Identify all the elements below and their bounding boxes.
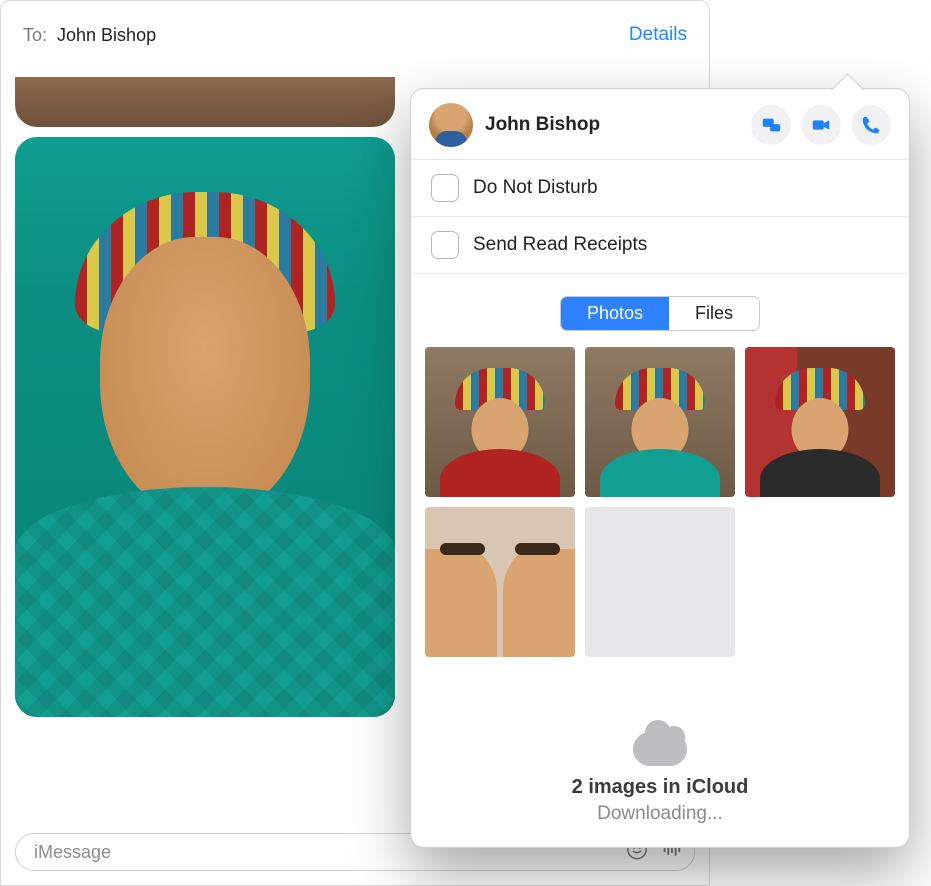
contact-header: John Bishop: [411, 89, 909, 159]
photo-thumbnail[interactable]: [585, 347, 735, 497]
attachments-segment: Photos Files: [411, 274, 909, 347]
tab-photos[interactable]: Photos: [561, 297, 669, 330]
audio-call-button[interactable]: [851, 105, 891, 145]
recipient-name: John Bishop: [57, 25, 156, 46]
photo-grid: [411, 347, 909, 657]
contact-name: John Bishop: [485, 114, 739, 136]
screen-share-button[interactable]: [751, 105, 791, 145]
dnd-checkbox[interactable]: [431, 174, 459, 202]
photo-thumbnail[interactable]: [745, 347, 895, 497]
details-popover: John Bishop Do Not Disturb Send Read Rec…: [410, 88, 910, 848]
video-call-button[interactable]: [801, 105, 841, 145]
contact-avatar[interactable]: [429, 103, 473, 147]
icloud-downloading: Downloading...: [411, 803, 909, 825]
contact-actions: [751, 105, 891, 145]
icloud-count: 2 images in iCloud: [411, 776, 909, 799]
read-receipts-label: Send Read Receipts: [473, 234, 647, 256]
cloud-icon: [633, 732, 687, 766]
read-receipts-checkbox[interactable]: [431, 231, 459, 259]
details-button[interactable]: Details: [629, 24, 687, 46]
chat-header: To: John Bishop Details: [1, 1, 709, 69]
photo-content: [15, 487, 395, 717]
photo-content: [100, 237, 310, 517]
photo-thumbnail[interactable]: [425, 347, 575, 497]
dnd-label: Do Not Disturb: [473, 177, 598, 199]
read-receipts-row[interactable]: Send Read Receipts: [411, 216, 909, 273]
message-placeholder: iMessage: [34, 842, 111, 863]
icloud-status: 2 images in iCloud Downloading...: [411, 714, 909, 847]
to-label: To:: [23, 25, 47, 46]
photo-thumbnail-placeholder: [585, 507, 735, 657]
received-image-bubble-partial[interactable]: [15, 77, 395, 127]
received-image-bubble[interactable]: [15, 137, 395, 717]
tab-files[interactable]: Files: [669, 297, 759, 330]
photo-thumbnail[interactable]: [425, 507, 575, 657]
do-not-disturb-row[interactable]: Do Not Disturb: [411, 159, 909, 216]
recipient-field[interactable]: To: John Bishop: [23, 25, 156, 46]
